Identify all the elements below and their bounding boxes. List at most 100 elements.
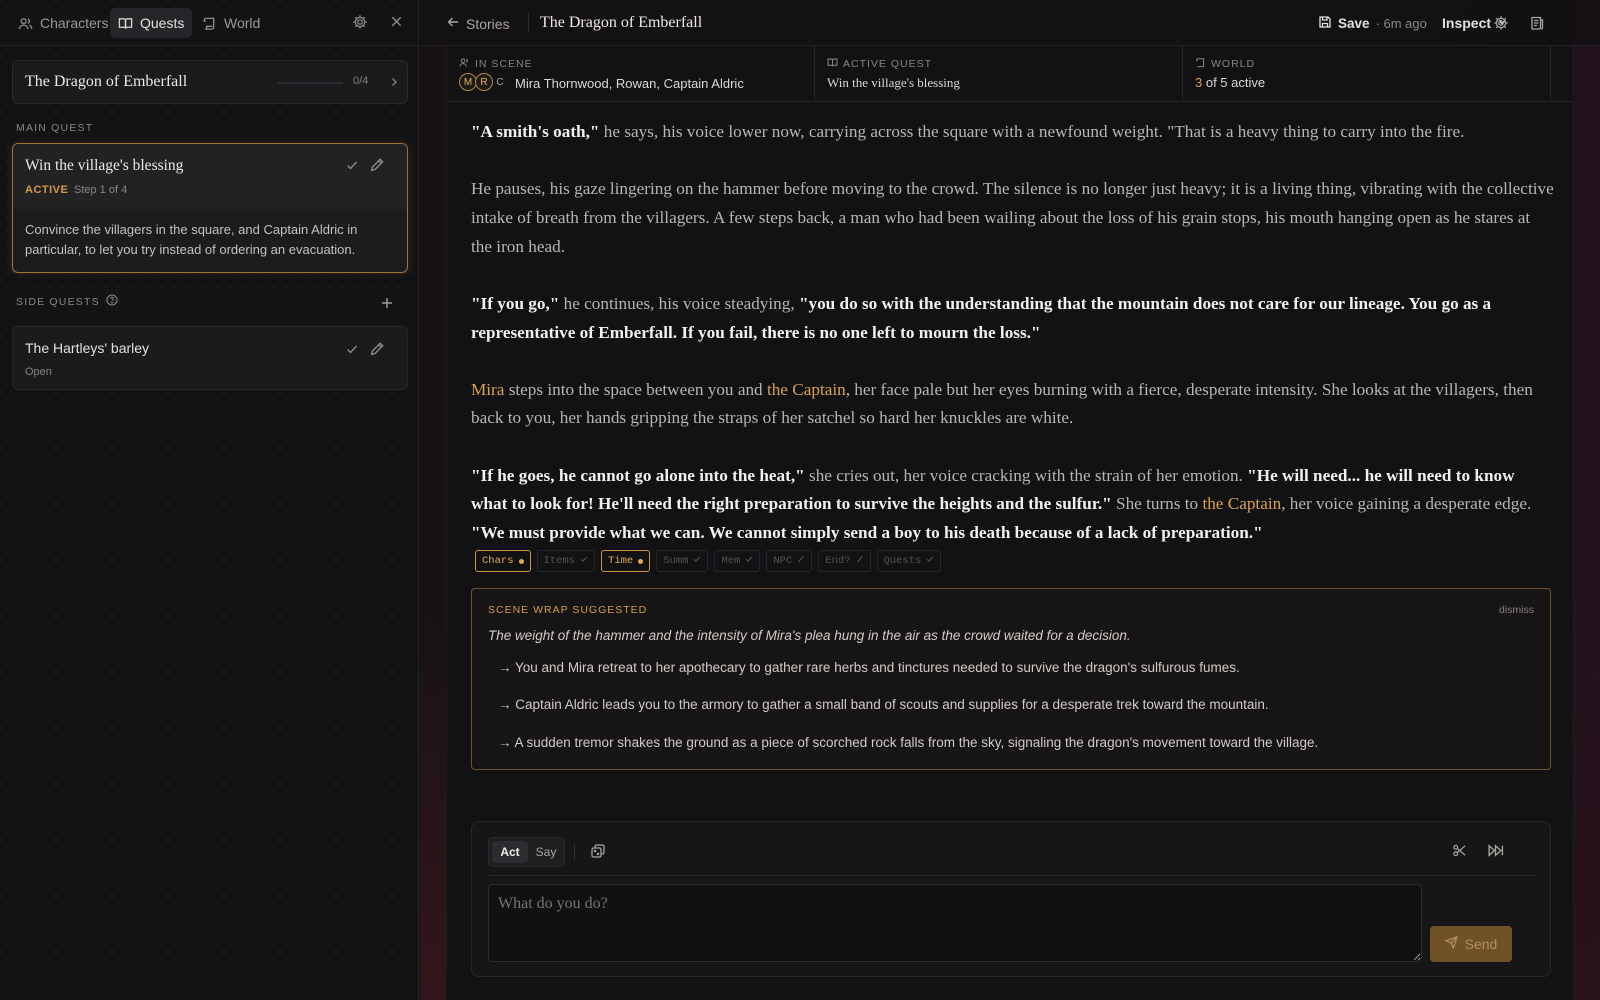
act-mode-button[interactable]: Act — [492, 841, 528, 863]
world-total: of 5 active — [1202, 75, 1266, 90]
narration: He pauses, his gaze lingering on the ham… — [471, 179, 1554, 256]
topbar-divider — [528, 13, 529, 33]
status-chip[interactable]: Quests — [876, 550, 942, 572]
story-main: Stories The Dragon of Emberfall Save · 6… — [420, 0, 1600, 1000]
side-quests-label-text: SIDE QUESTS — [16, 295, 100, 308]
gear-icon[interactable] — [1493, 15, 1509, 34]
pencil-icon[interactable] — [370, 157, 385, 175]
narrative: "A smith's oath," he says, his voice low… — [471, 118, 1555, 548]
narrative-paragraph: "A smith's oath," he says, his voice low… — [471, 118, 1555, 147]
main-quest-status: ACTIVE — [25, 184, 69, 196]
sidebar-tabs: Characters Quests World — [0, 0, 418, 46]
status-chip[interactable]: NPC — [766, 550, 813, 572]
fast-forward-icon[interactable] — [1487, 842, 1504, 862]
narration: he says, his voice lower now, carrying a… — [599, 122, 1465, 141]
send-button[interactable]: Send — [1430, 926, 1512, 962]
action-input[interactable] — [488, 884, 1422, 962]
world-cell[interactable]: WORLD 3 of 5 active — [1183, 46, 1551, 102]
dialogue: "If he goes, he cannot go alone into the… — [471, 465, 805, 485]
in-scene-cell[interactable]: IN SCENE M R C Mira Thornwood, Rowan, Ca… — [447, 46, 815, 102]
check-icon[interactable] — [345, 342, 359, 359]
scene-strip: IN SCENE M R C Mira Thornwood, Rowan, Ca… — [447, 46, 1573, 102]
check-icon — [693, 555, 701, 567]
composer: Act Say Send — [471, 821, 1551, 977]
status-chip[interactable]: End? — [818, 550, 871, 572]
status-chip[interactable]: Time — [601, 550, 651, 572]
save-button[interactable]: Save · 6m ago — [1318, 15, 1427, 32]
active-quest-cell[interactable]: ACTIVE QUEST Win the village's blessing — [815, 46, 1183, 102]
scene-wrap-summary: The weight of the hammer and the intensi… — [488, 628, 1131, 643]
narrative-paragraph: "If you go," he continues, his voice ste… — [471, 290, 1555, 347]
main-quest-header — [13, 144, 407, 209]
scene-wrap-option[interactable]: → You and Mira retreat to her apothecary… — [498, 660, 1240, 675]
main-quest-card[interactable]: Win the village's blessing ACTIVE Step 1… — [12, 143, 408, 273]
main-quest-label: MAIN QUEST — [16, 122, 93, 134]
scroll-icon — [1195, 57, 1206, 71]
tab-characters[interactable]: Characters — [10, 8, 116, 38]
dialogue: "A smith's oath," — [471, 122, 600, 141]
users-icon — [459, 57, 470, 71]
scene-cast: Mira Thornwood, Rowan, Captain Aldric — [515, 76, 744, 91]
notes-icon[interactable] — [1529, 15, 1545, 34]
main-quest-title: Win the village's blessing — [25, 157, 184, 174]
active-quest-value: Win the village's blessing — [827, 75, 960, 90]
pencil-icon[interactable] — [370, 341, 385, 359]
status-chip[interactable]: Mem — [714, 550, 761, 572]
story-card[interactable]: The Dragon of Emberfall 0/4 — [12, 60, 408, 104]
send-label: Send — [1464, 936, 1498, 952]
check-icon[interactable] — [345, 158, 359, 175]
narration: he continues, his voice steadying, — [559, 293, 799, 313]
book-icon — [827, 57, 838, 71]
side-quest-card[interactable]: The Hartleys' barley Open — [12, 326, 408, 390]
scene-wrap-option[interactable]: → A sudden tremor shakes the ground as a… — [498, 735, 1318, 750]
side-quest-title: The Hartleys' barley — [25, 340, 150, 356]
character-name[interactable]: the Captain — [767, 380, 846, 399]
main-quest-step: Step 1 of 4 — [74, 184, 128, 196]
character-name[interactable]: Mira — [471, 380, 504, 399]
in-scene-label: IN SCENE — [459, 57, 533, 71]
story-progress-bar — [277, 82, 343, 84]
users-icon — [18, 16, 33, 31]
world-label: WORLD — [1195, 57, 1255, 71]
scissors-icon[interactable] — [1452, 843, 1467, 861]
narration: steps into the space between you and — [504, 379, 767, 399]
close-icon[interactable] — [389, 14, 404, 32]
active-quest-label: ACTIVE QUEST — [827, 57, 932, 71]
world-label-text: WORLD — [1211, 58, 1256, 70]
dismiss-button[interactable]: dismiss — [1499, 604, 1534, 616]
book-icon — [118, 16, 133, 31]
scene-wrap-suggestion: SCENE WRAP SUGGESTED dismiss The weight … — [471, 588, 1551, 770]
status-chip[interactable]: Chars — [475, 550, 531, 572]
arrow-left-icon — [446, 15, 460, 32]
check-icon — [926, 555, 934, 567]
say-mode-button[interactable]: Say — [530, 841, 562, 863]
mode-toggle: Act Say — [488, 837, 565, 867]
back-label: Stories — [466, 15, 510, 32]
status-chip-label: Time — [608, 555, 634, 567]
status-chip[interactable]: Summ — [656, 550, 709, 572]
main-quest-description: Convince the villagers in the square, an… — [25, 222, 358, 257]
narration: she cries out, her voice cracking with t… — [804, 465, 1248, 485]
tab-world-label: World — [224, 15, 261, 31]
send-icon — [1443, 935, 1458, 952]
status-chip-label: End? — [825, 555, 851, 567]
scene-wrap-option[interactable]: → Captain Aldric leads you to the armory… — [498, 697, 1269, 712]
tab-world[interactable]: World — [194, 8, 268, 38]
gear-icon[interactable] — [352, 14, 368, 33]
dice-icon[interactable] — [590, 843, 606, 862]
add-side-quest-icon[interactable] — [380, 296, 394, 313]
status-dot-icon — [638, 558, 644, 564]
back-to-stories-link[interactable]: Stories — [446, 15, 510, 32]
narrative-paragraph: He pauses, his gaze lingering on the ham… — [471, 175, 1555, 261]
tab-quests[interactable]: Quests — [110, 8, 193, 38]
check-icon — [745, 555, 753, 567]
status-chip-label: Chars — [482, 555, 514, 567]
slash-icon — [856, 555, 864, 567]
active-quest-label-text: ACTIVE QUEST — [843, 58, 933, 70]
avatar-group: M R C — [459, 73, 507, 91]
character-name[interactable]: the Captain — [1202, 494, 1281, 513]
status-chip[interactable]: Items — [536, 550, 596, 572]
left-panel: Characters Quests World The Dragon of Em… — [0, 0, 419, 1000]
help-icon[interactable] — [106, 294, 118, 309]
narrative-paragraph: "If he goes, he cannot go alone into the… — [471, 462, 1555, 548]
